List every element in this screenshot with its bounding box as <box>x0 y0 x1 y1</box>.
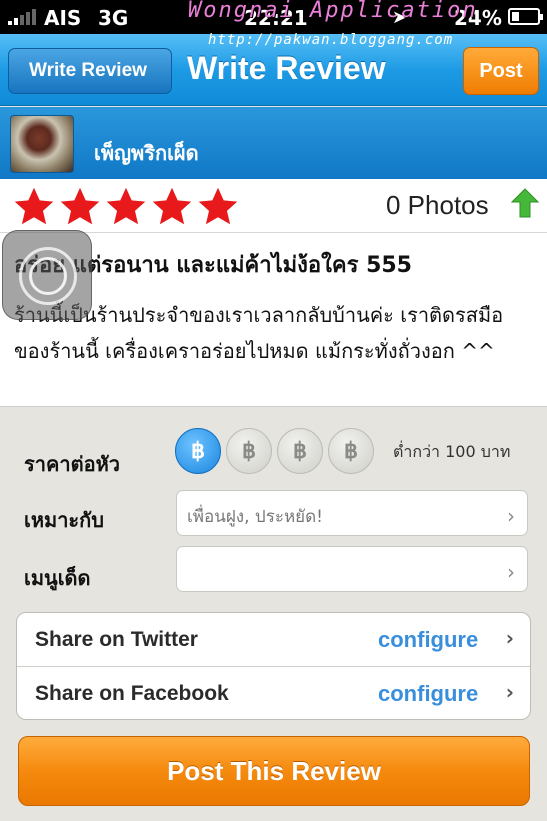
price-range-note: ต่ำกว่า 100 บาท <box>393 442 511 461</box>
signature-dish-label: เมนูเด็ด <box>24 566 91 590</box>
post-button[interactable]: Post <box>463 47 539 95</box>
suitable-for-field[interactable]: เพื่อนฝูง, ประหยัด! › <box>176 490 528 536</box>
price-level-1-button[interactable]: ฿ <box>175 428 221 474</box>
share-options: Share on Twitter configure › Share on Fa… <box>16 612 531 720</box>
price-label: ราคาต่อหัว <box>24 452 120 476</box>
restaurant-name: เพ็ญพริกเผ็ด <box>94 141 199 165</box>
share-facebook-row[interactable]: Share on Facebook configure › <box>17 667 530 719</box>
chevron-right-icon: › <box>505 680 514 704</box>
signature-dish-field[interactable]: › <box>176 546 528 592</box>
back-button[interactable]: Write Review <box>8 48 172 94</box>
chevron-right-icon: › <box>507 560 515 584</box>
star-icon[interactable] <box>12 185 56 229</box>
chevron-right-icon: › <box>507 504 515 528</box>
star-icon[interactable] <box>150 185 194 229</box>
post-review-button[interactable]: Post This Review <box>18 736 530 806</box>
price-level-4-button[interactable]: ฿ <box>328 428 374 474</box>
watermark-url: http://pakwan.bloggang.com <box>208 32 454 48</box>
share-twitter-row[interactable]: Share on Twitter configure › <box>17 613 530 667</box>
restaurant-header[interactable]: เพ็ญพริกเผ็ด <box>0 107 547 179</box>
battery-icon <box>508 8 543 25</box>
price-level-3-button[interactable]: ฿ <box>277 428 323 474</box>
share-facebook-label: Share on Facebook <box>35 682 229 705</box>
star-icon[interactable] <box>196 185 240 229</box>
facebook-configure-link[interactable]: configure <box>378 681 478 707</box>
star-icon[interactable] <box>104 185 148 229</box>
restaurant-thumbnail <box>10 115 74 173</box>
star-icon[interactable] <box>58 185 102 229</box>
status-bar: AIS 3G 22:21 ➤ 24% Wongnai Application <box>0 0 547 34</box>
photos-count[interactable]: 0 Photos <box>386 190 489 221</box>
share-twitter-label: Share on Twitter <box>35 628 198 651</box>
network-type: 3G <box>98 6 129 30</box>
page-title: Write Review <box>187 50 386 86</box>
twitter-configure-link[interactable]: configure <box>378 627 478 653</box>
suitable-for-label: เหมาะกับ <box>24 508 104 532</box>
upload-arrow-icon[interactable] <box>511 188 539 218</box>
signal-strength-icon <box>8 9 36 25</box>
suitable-for-placeholder: เพื่อนฝูง, ประหยัด! <box>187 507 323 527</box>
chevron-right-icon: › <box>505 626 514 650</box>
carrier-name: AIS <box>44 6 82 30</box>
price-level-2-button[interactable]: ฿ <box>226 428 272 474</box>
assistive-touch-button[interactable] <box>2 230 92 320</box>
star-rating[interactable] <box>12 185 240 229</box>
watermark-title: Wongnai Application <box>188 0 478 23</box>
